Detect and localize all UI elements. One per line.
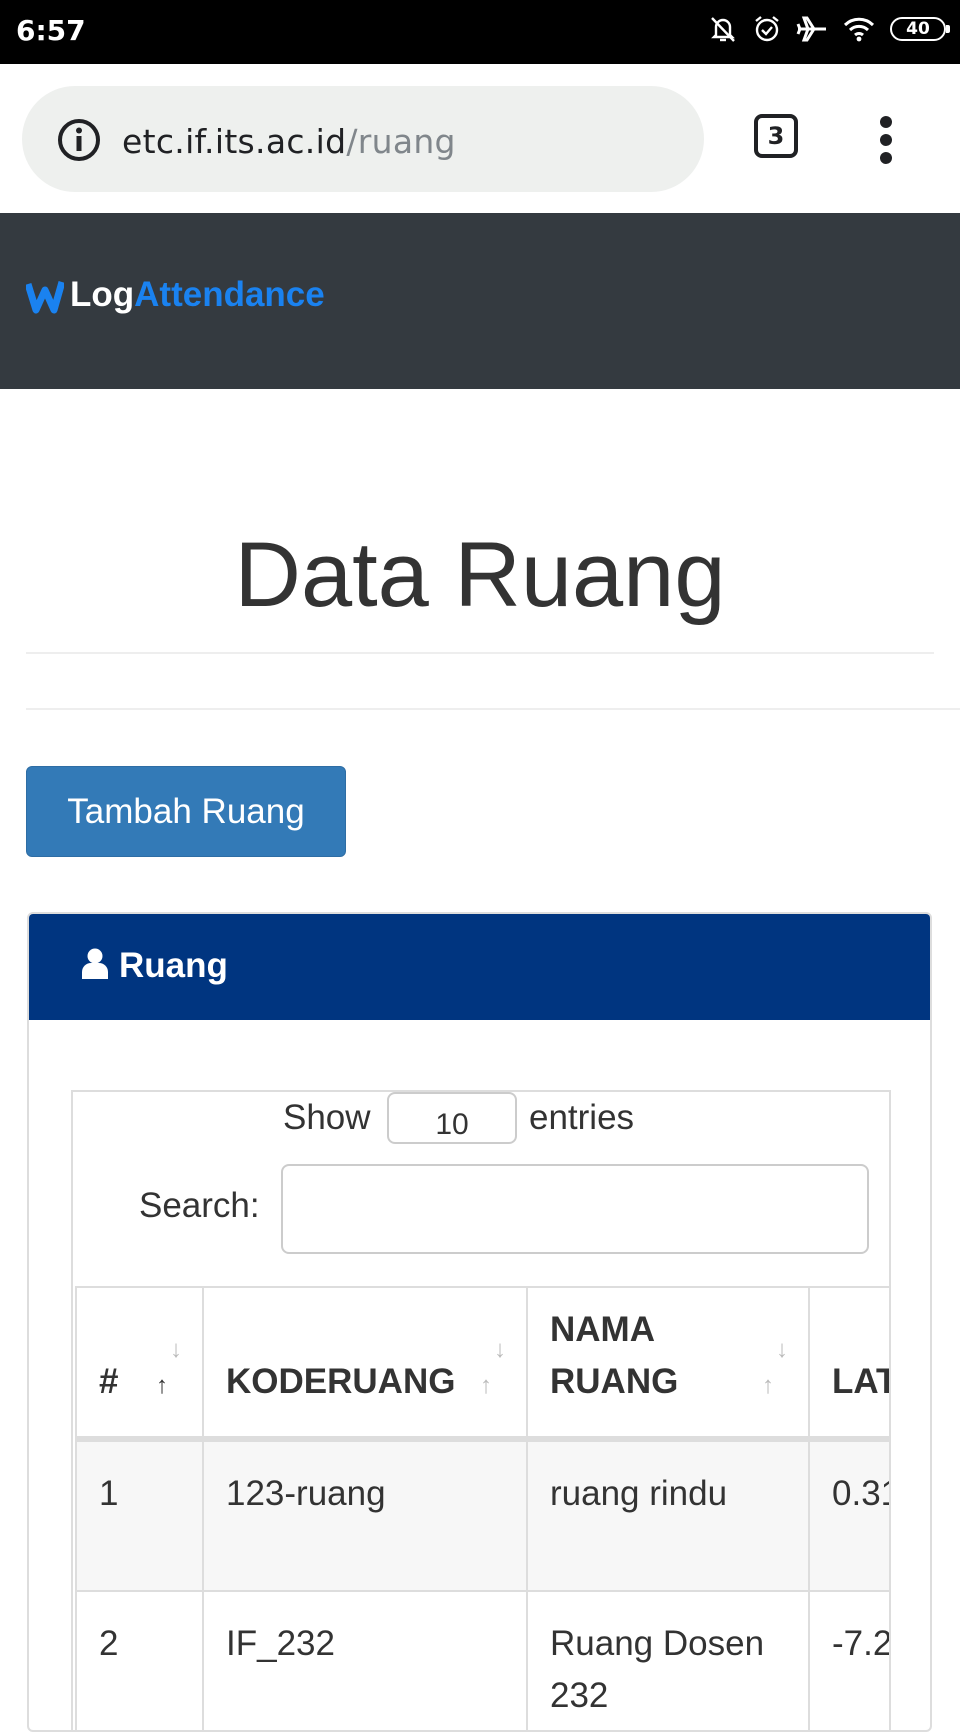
search-input[interactable] [281, 1164, 869, 1254]
datatable: Show 10 entries Search: # ↓ ↑ KODERUANG ↓… [71, 1090, 891, 1730]
url-text[interactable]: etc.if.its.ac.id/ruang [122, 122, 456, 161]
tab-count: 3 [767, 122, 785, 150]
brand-text-attendance: Attendance [134, 275, 325, 314]
airplane-icon [796, 16, 826, 42]
tab-switcher-button[interactable]: 3 [754, 114, 798, 158]
length-control: Show 10 entries [73, 1092, 889, 1152]
divider [26, 652, 934, 654]
site-navbar: Log Attendance [0, 213, 960, 389]
column-header-koderuang[interactable]: KODERUANG ↓ ↑ [202, 1286, 528, 1442]
wifi-icon [843, 17, 875, 42]
column-header-lat[interactable]: LAT [808, 1286, 889, 1442]
table-header-row: # ↓ ↑ KODERUANG ↓ ↑ NAMA RUANG ↓ ↑ LAT [75, 1286, 889, 1442]
sort-icon: ↓ ↑ [156, 1336, 182, 1399]
panel-heading: Ruang [29, 914, 930, 1020]
more-menu-icon[interactable] [876, 116, 896, 166]
brand-text-log: Log [70, 275, 135, 314]
url-host: etc.if.its.ac.id [122, 122, 347, 161]
cell-nama-ruang: Ruang Dosen 232 [526, 1590, 810, 1730]
cell-lat: 0.31 [808, 1438, 889, 1592]
entries-label: entries [529, 1098, 635, 1137]
user-icon [82, 948, 108, 979]
column-header-nama-ruang[interactable]: NAMA RUANG ↓ ↑ [526, 1286, 810, 1442]
bell-off-icon [711, 17, 735, 42]
cell-lat: -7.2 [808, 1590, 889, 1730]
table-row[interactable]: 2 IF_232 Ruang Dosen 232 -7.2 [75, 1590, 889, 1730]
search-label: Search: [139, 1186, 260, 1225]
add-room-button[interactable]: Tambah Ruang [26, 766, 346, 857]
cell-koderuang: IF_232 [202, 1590, 528, 1730]
sort-icon: ↓ ↑ [480, 1336, 506, 1399]
table-row[interactable]: 1 123-ruang ruang rindu 0.31 [75, 1438, 889, 1592]
panel-title: Ruang [119, 946, 228, 985]
status-icons: 40 [708, 14, 950, 44]
show-label: Show [283, 1098, 371, 1137]
alarm-icon [755, 16, 779, 42]
info-icon[interactable] [57, 118, 101, 162]
rooms-table: # ↓ ↑ KODERUANG ↓ ↑ NAMA RUANG ↓ ↑ LAT 1… [75, 1286, 889, 1730]
cell-nama-ruang: ruang rindu [526, 1438, 810, 1592]
divider [26, 708, 960, 710]
cell-koderuang: 123-ruang [202, 1438, 528, 1592]
column-header-number[interactable]: # ↓ ↑ [75, 1286, 204, 1442]
page-title: Data Ruang [234, 524, 726, 626]
browser-toolbar: etc.if.its.ac.id/ruang 3 [0, 64, 960, 213]
rooms-panel: Ruang Show 10 entries Search: # ↓ ↑ KODER… [27, 912, 932, 1732]
logo-icon [26, 281, 64, 314]
cell-number: 2 [75, 1590, 204, 1730]
entries-select[interactable]: 10 [387, 1092, 517, 1144]
battery-level: 40 [906, 19, 930, 39]
cell-number: 1 [75, 1438, 204, 1592]
address-bar[interactable]: etc.if.its.ac.id/ruang [22, 86, 704, 192]
brand-link[interactable]: Log Attendance [26, 275, 325, 315]
status-bar: 6:57 40 [0, 0, 960, 64]
url-path: /ruang [346, 122, 456, 161]
sort-icon: ↓ ↑ [762, 1336, 788, 1399]
status-time: 6:57 [16, 14, 86, 47]
battery-icon: 40 [890, 17, 950, 41]
